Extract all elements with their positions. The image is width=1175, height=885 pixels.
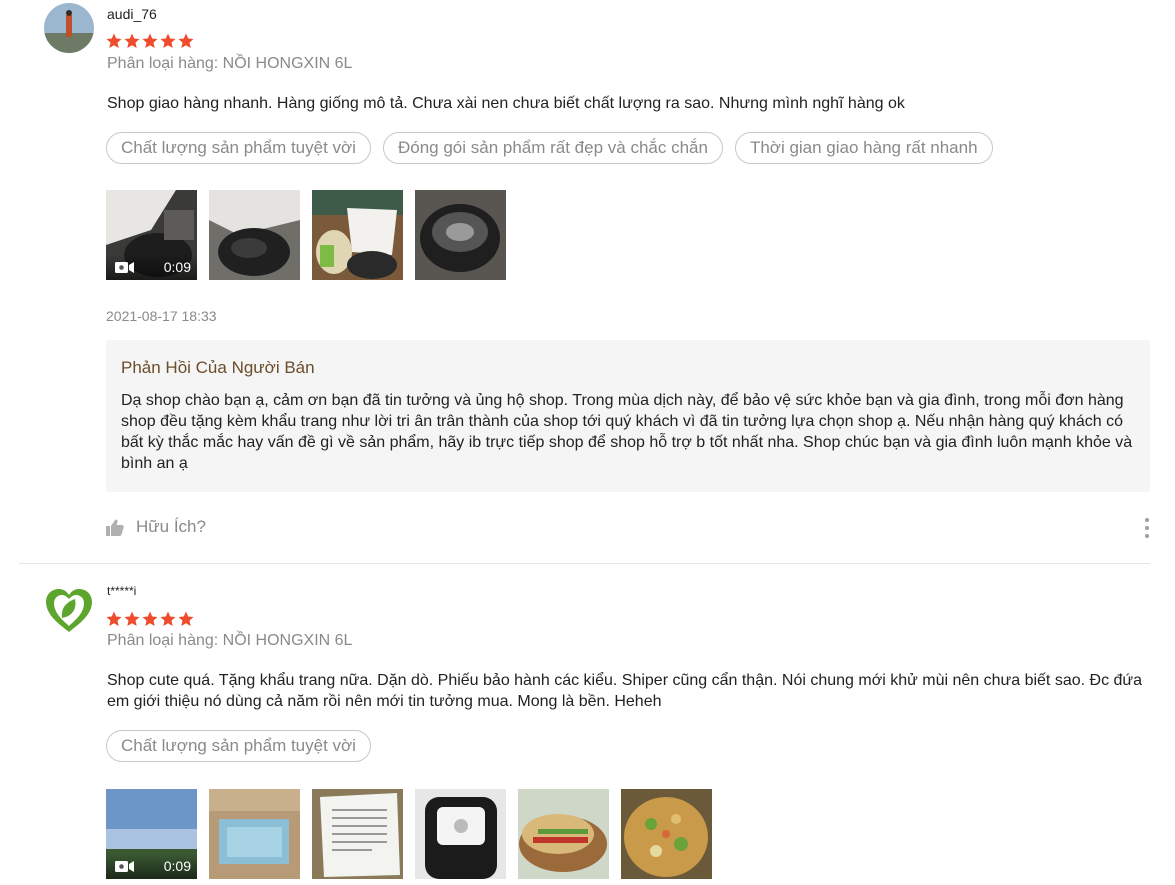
review-image[interactable]	[518, 789, 609, 879]
review-tags: Chất lượng sản phẩm tuyệt vời Đóng gói s…	[106, 132, 993, 164]
video-overlay: 0:09	[106, 853, 197, 879]
video-thumbnail[interactable]: 0:09	[106, 190, 197, 280]
video-overlay: 0:09	[106, 254, 197, 280]
avatar[interactable]	[44, 586, 94, 636]
review-divider	[19, 563, 1150, 564]
review-image[interactable]	[312, 190, 403, 280]
video-thumbnail[interactable]: 0:09	[106, 789, 197, 879]
review-tag: Chất lượng sản phẩm tuyệt vời	[106, 730, 371, 762]
star-icon	[142, 611, 158, 626]
review-image[interactable]	[209, 789, 300, 879]
review-tag: Chất lượng sản phẩm tuyệt vời	[106, 132, 371, 164]
review-tags: Chất lượng sản phẩm tuyệt vời	[106, 730, 371, 762]
more-options-icon[interactable]	[1143, 517, 1151, 539]
product-variation: Phân loại hàng: NỒI HONGXIN 6L	[107, 55, 353, 72]
star-icon	[142, 33, 158, 48]
star-icon	[124, 33, 140, 48]
video-duration: 0:09	[163, 858, 191, 874]
username: t*****i	[107, 584, 137, 598]
video-camera-icon	[115, 860, 134, 872]
star-icon	[178, 33, 194, 48]
review-comment: Shop cute quá. Tặng khẩu trang nữa. Dặn …	[107, 672, 1143, 710]
star-icon	[124, 611, 140, 626]
star-icon	[178, 611, 194, 626]
thumbs-up-icon	[106, 519, 124, 536]
video-camera-icon	[115, 261, 134, 273]
review-image[interactable]	[621, 789, 712, 879]
review-media: 0:09	[106, 789, 712, 879]
review-tag: Thời gian giao hàng rất nhanh	[734, 132, 993, 164]
review-media: 0:09	[106, 190, 506, 280]
review-timestamp: 2021-08-17 18:33	[106, 308, 217, 324]
rating-stars	[106, 611, 194, 627]
star-icon	[106, 33, 122, 48]
star-icon	[160, 33, 176, 48]
product-variation: Phân loại hàng: NỒI HONGXIN 6L	[107, 632, 353, 649]
star-icon	[160, 611, 176, 626]
review-image[interactable]	[312, 789, 403, 879]
rating-stars	[106, 33, 194, 49]
helpful-button[interactable]: Hữu Ích?	[106, 517, 206, 537]
avatar[interactable]	[44, 3, 94, 53]
review-image[interactable]	[209, 190, 300, 280]
seller-reply-text: Dạ shop chào bạn ạ, cảm ơn bạn đã tin tư…	[121, 392, 1133, 472]
review-image[interactable]	[415, 789, 506, 879]
review-image[interactable]	[415, 190, 506, 280]
username: audi_76	[107, 6, 157, 22]
video-duration: 0:09	[163, 259, 191, 275]
seller-reply-title: Phản Hồi Của Người Bán	[121, 358, 315, 377]
seller-reply: Phản Hồi Của Người Bán Dạ shop chào bạn …	[106, 340, 1150, 492]
star-icon	[106, 611, 122, 626]
helpful-label: Hữu Ích?	[136, 517, 206, 536]
review-tag: Đóng gói sản phẩm rất đẹp và chắc chắn	[382, 132, 723, 164]
review-comment: Shop giao hàng nhanh. Hàng giống mô tả. …	[107, 95, 905, 112]
